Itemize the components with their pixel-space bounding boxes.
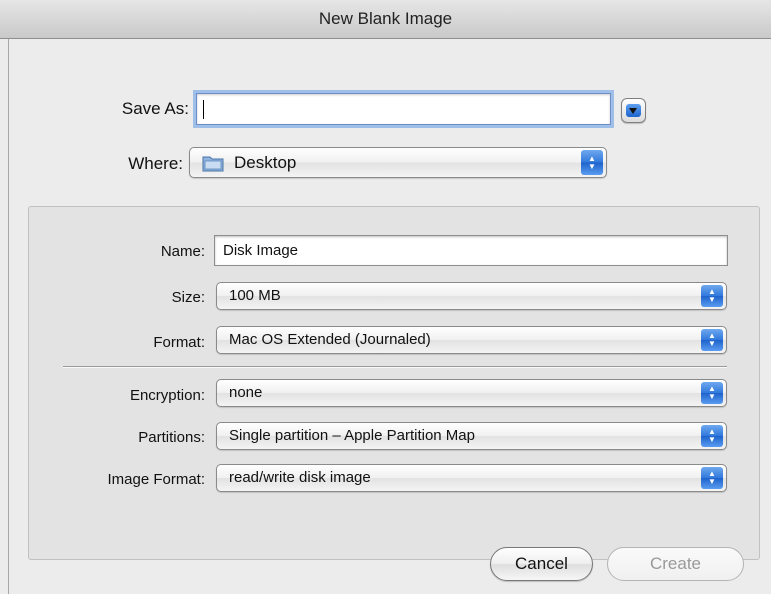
popup-arrows-icon: ▲ ▼ [701, 382, 723, 404]
new-blank-image-dialog: Save As: Where: Desktop ▲ ▼ Name: Disk Im… [8, 39, 771, 594]
format-value: Mac OS Extended (Journaled) [229, 331, 431, 348]
size-popup[interactable]: 100 MB ▲ ▼ [216, 282, 727, 310]
size-value: 100 MB [229, 287, 281, 304]
cancel-button[interactable]: Cancel [490, 547, 593, 581]
where-label: Where: [128, 154, 183, 173]
popup-arrows-icon: ▲ ▼ [701, 425, 723, 447]
options-separator [63, 366, 727, 368]
text-caret [203, 100, 204, 119]
save-as-field[interactable] [196, 93, 611, 125]
size-label: Size: [171, 289, 205, 306]
image-format-value: read/write disk image [229, 469, 371, 486]
encryption-popup[interactable]: none ▲ ▼ [216, 379, 727, 407]
disclosure-triangle-down-icon [626, 104, 641, 117]
name-field[interactable]: Disk Image [214, 235, 728, 266]
format-popup[interactable]: Mac OS Extended (Journaled) ▲ ▼ [216, 326, 727, 354]
popup-arrows-icon: ▲ ▼ [701, 467, 723, 489]
name-value: Disk Image [223, 242, 299, 259]
image-format-label: Image Format: [107, 471, 205, 488]
popup-arrows-icon: ▲ ▼ [581, 150, 603, 175]
encryption-value: none [229, 384, 263, 401]
partitions-popup[interactable]: Single partition – Apple Partition Map ▲… [216, 422, 727, 450]
partitions-value: Single partition – Apple Partition Map [229, 427, 475, 444]
format-label: Format: [153, 334, 205, 351]
window-title: New Blank Image [0, 0, 771, 39]
popup-arrows-icon: ▲ ▼ [701, 285, 723, 307]
where-value: Desktop [234, 153, 297, 172]
encryption-label: Encryption: [129, 387, 205, 404]
folder-icon [202, 156, 224, 172]
expand-save-panel-button[interactable] [621, 98, 646, 123]
partitions-label: Partitions: [138, 429, 205, 446]
save-as-label: Save As: [121, 99, 189, 118]
name-label: Name: [160, 243, 205, 260]
popup-arrows-icon: ▲ ▼ [701, 329, 723, 351]
image-format-popup[interactable]: read/write disk image ▲ ▼ [216, 464, 727, 492]
where-popup[interactable]: Desktop ▲ ▼ [189, 147, 607, 178]
create-button[interactable]: Create [607, 547, 744, 581]
